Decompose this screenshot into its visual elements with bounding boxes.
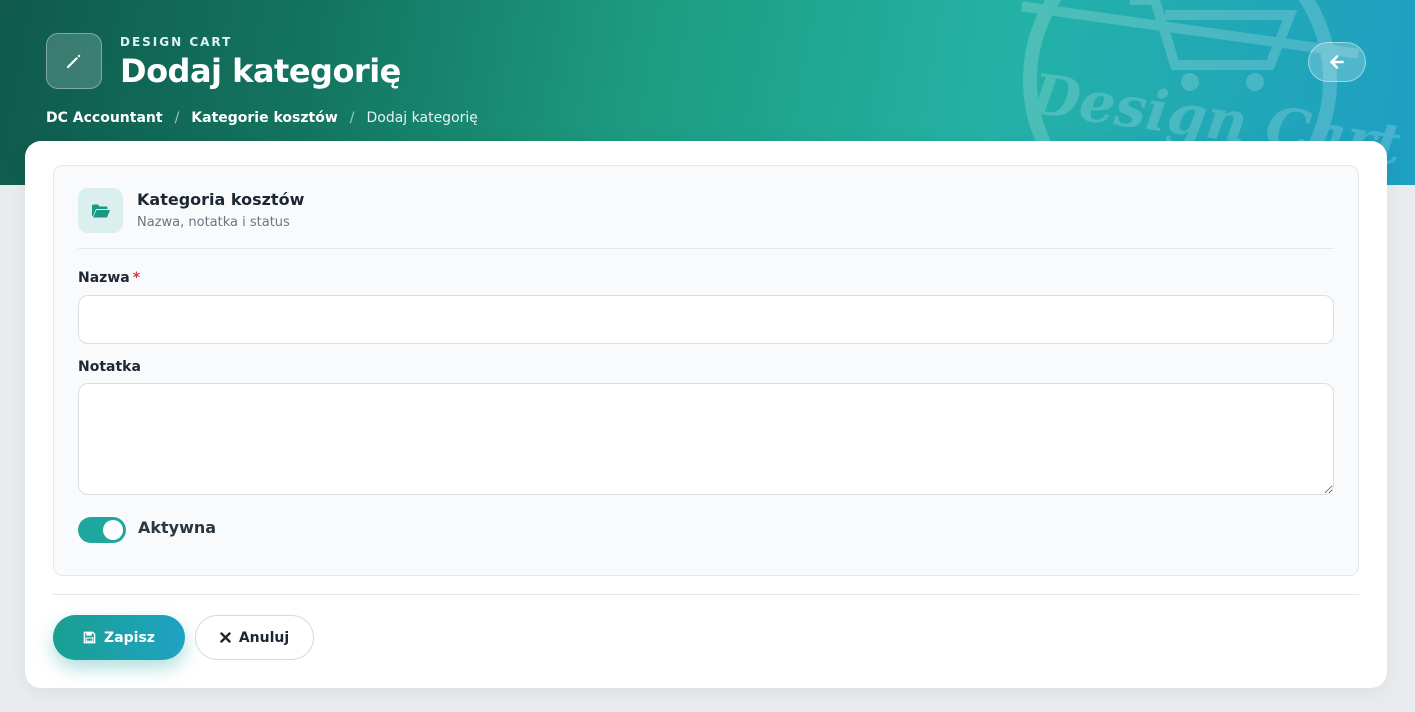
floppy-disk-icon — [83, 631, 96, 644]
app-kicker: DESIGN CART — [120, 35, 233, 49]
note-label: Notatka — [78, 359, 141, 375]
active-toggle-label: Aktywna — [138, 518, 217, 537]
x-icon — [220, 632, 231, 643]
breadcrumb-current: Dodaj kategorię — [366, 110, 478, 126]
section-divider — [78, 248, 1334, 249]
name-label: Nazwa * — [78, 270, 140, 286]
toggle-knob — [103, 520, 123, 540]
save-button-label: Zapisz — [104, 629, 155, 646]
breadcrumb-separator: / — [349, 110, 355, 126]
actions-divider — [53, 594, 1359, 595]
active-toggle[interactable] — [78, 517, 126, 543]
section-title: Kategoria kosztów — [137, 190, 305, 209]
breadcrumb: DC Accountant / Kategorie kosztów / Doda… — [46, 110, 478, 126]
breadcrumb-link-dc-accountant[interactable]: DC Accountant — [46, 110, 163, 126]
category-panel: Kategoria kosztów Nazwa, notatka i statu… — [53, 165, 1359, 576]
cancel-button[interactable]: Anuluj — [195, 615, 314, 660]
breadcrumb-link-kategorie-kosztow[interactable]: Kategorie kosztów — [191, 110, 337, 126]
cancel-button-label: Anuluj — [238, 629, 290, 646]
name-input[interactable] — [78, 295, 1334, 344]
folder-open-icon — [78, 188, 123, 233]
save-button[interactable]: Zapisz — [53, 615, 185, 660]
arrow-left-icon — [1330, 55, 1344, 69]
breadcrumb-separator: / — [174, 110, 180, 126]
required-mark: * — [132, 270, 141, 286]
form-card: Kategoria kosztów Nazwa, notatka i statu… — [25, 141, 1387, 688]
page-title: Dodaj kategorię — [120, 52, 401, 90]
pencil-icon — [46, 33, 102, 89]
back-button[interactable] — [1308, 42, 1366, 82]
section-subtitle: Nazwa, notatka i status — [137, 215, 290, 230]
note-textarea[interactable] — [78, 383, 1334, 495]
name-label-text: Nazwa — [78, 270, 130, 286]
